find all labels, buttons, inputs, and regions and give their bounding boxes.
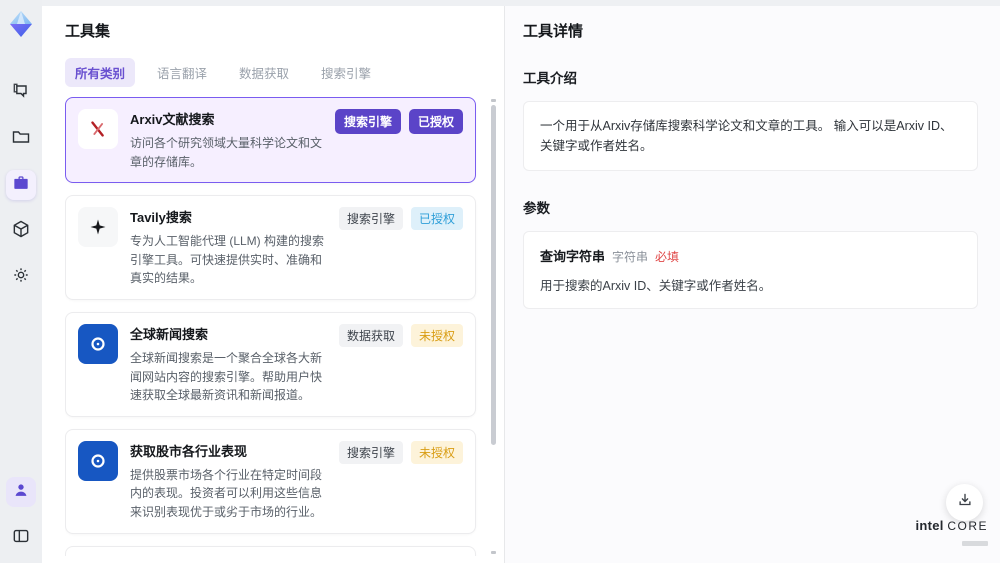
param-name: 查询字符串 xyxy=(540,249,606,264)
core-wordmark: CORE xyxy=(947,519,988,533)
arxiv-icon xyxy=(78,109,118,149)
category-tabs: 所有类别 语言翻译 数据获取 搜索引擎 xyxy=(65,58,504,87)
tool-detail-panel: 工具详情 工具介绍 一个用于从Arxiv存储库搜索科学论文和文章的工具。 输入可… xyxy=(504,6,1000,563)
cube-icon xyxy=(11,219,31,244)
list-scrollbar[interactable] xyxy=(490,99,497,554)
tool-list-panel: 工具集 所有类别 语言翻译 数据获取 搜索引擎 Arxiv文献搜索 访问各个研究… xyxy=(42,6,504,563)
tool-name: Arxiv文献搜索 xyxy=(130,112,215,127)
sidebar-item-toggle-panel[interactable] xyxy=(6,523,36,553)
tool-name: Tavily搜索 xyxy=(130,210,192,226)
tool-list: Arxiv文献搜索 访问各个研究领域大量科学论文和文章的存储库。 搜索引擎 已授… xyxy=(65,97,504,556)
tool-description: 专为人工智能代理 (LLM) 构建的搜索引擎工具。可快速提供实时、准确和真实的结… xyxy=(130,234,325,286)
user-icon xyxy=(11,480,31,505)
category-badge: 数据获取 xyxy=(338,323,403,347)
intel-wordmark: intel xyxy=(915,518,944,533)
params-heading: 参数 xyxy=(523,201,550,216)
brand-sub-badge xyxy=(962,541,988,546)
param-required-badge: 必填 xyxy=(655,250,680,264)
auth-status-badge: 已授权 xyxy=(408,109,463,134)
intro-heading: 工具介绍 xyxy=(523,71,577,86)
intro-box: 一个用于从Arxiv存储库搜索科学论文和文章的工具。 输入可以是Arxiv ID… xyxy=(523,101,978,171)
tab-all-categories[interactable]: 所有类别 xyxy=(65,58,136,87)
detail-panel-title: 工具详情 xyxy=(523,23,584,40)
tool-name: 全球新闻搜索 xyxy=(130,326,209,342)
intro-text: 一个用于从Arxiv存储库搜索科学论文和文章的工具。 输入可以是Arxiv ID… xyxy=(540,119,953,153)
param-description: 用于搜索的Arxiv ID、关键字或作者姓名。 xyxy=(540,279,772,293)
sidebar-item-files[interactable] xyxy=(6,124,36,154)
param-type: 字符串 xyxy=(612,250,649,264)
sidebar-item-models[interactable] xyxy=(6,216,36,246)
tab-language-translation[interactable]: 语言翻译 xyxy=(147,58,217,87)
param-box: 查询字符串 字符串 必填 用于搜索的Arxiv ID、关键字或作者姓名。 xyxy=(523,231,978,309)
split-panel-icon xyxy=(11,526,31,551)
intel-core-logo: intel CORE xyxy=(915,518,988,551)
tool-card-sector-performance[interactable]: 获取股市各行业表现 提供股票市场各个行业在特定时间段内的表现。投资者可以利用这些… xyxy=(65,428,476,534)
sidebar-item-chat[interactable] xyxy=(6,78,36,108)
left-rail xyxy=(0,0,42,563)
tool-card-most-active-stocks[interactable]: 获取市场最活跃股票信息 提供当天交易量最高的股票列表。投资者可以利用这些信息来识… xyxy=(65,545,476,556)
tool-name: 获取股市各行业表现 xyxy=(130,443,248,459)
sidebar-item-tools[interactable] xyxy=(6,170,36,200)
page-title: 工具集 xyxy=(65,23,111,40)
app-logo xyxy=(5,8,37,40)
download-button[interactable] xyxy=(946,484,983,521)
tab-search-engine[interactable]: 搜索引擎 xyxy=(311,58,381,87)
tool-description: 提供股票市场各个行业在特定时间段内的表现。投资者可以利用这些信息来识别表现优于或… xyxy=(130,467,323,519)
sidebar-item-account[interactable] xyxy=(6,477,36,507)
tool-card-global-news[interactable]: 全球新闻搜索 全球新闻搜索是一个聚合全球各大新闻网站内容的搜索引擎。帮助用户快速… xyxy=(65,311,476,417)
auth-status-badge: 未授权 xyxy=(410,440,463,464)
tool-card-arxiv[interactable]: Arxiv文献搜索 访问各个研究领域大量科学论文和文章的存储库。 搜索引擎 已授… xyxy=(65,97,476,184)
auth-status-badge: 已授权 xyxy=(410,207,463,231)
tab-data-fetch[interactable]: 数据获取 xyxy=(229,58,299,87)
tool-description: 访问各个研究领域大量科学论文和文章的存储库。 xyxy=(130,136,323,169)
auth-status-badge: 未授权 xyxy=(410,323,463,347)
chat-icon xyxy=(11,81,31,106)
tool-description: 全球新闻搜索是一个聚合全球各大新闻网站内容的搜索引擎。帮助用户快速获取全球最新资… xyxy=(130,350,323,403)
globe-news-icon xyxy=(78,323,118,364)
download-icon xyxy=(956,491,974,514)
scrollbar-thumb[interactable] xyxy=(491,105,496,445)
category-badge: 搜索引擎 xyxy=(338,440,403,464)
scrollbar-down-arrow[interactable] xyxy=(491,551,496,554)
sparkle-icon xyxy=(78,207,118,248)
tool-card-tavily[interactable]: Tavily搜索 专为人工智能代理 (LLM) 构建的搜索引擎工具。可快速提供实… xyxy=(65,195,476,300)
sidebar-item-settings[interactable] xyxy=(6,262,36,292)
folder-icon xyxy=(11,127,31,152)
scrollbar-up-arrow[interactable] xyxy=(491,99,496,102)
category-badge: 搜索引擎 xyxy=(334,109,401,134)
stock-icon xyxy=(78,440,118,481)
category-badge: 搜索引擎 xyxy=(338,207,403,231)
toolbox-icon xyxy=(11,173,31,198)
gear-icon xyxy=(11,265,31,290)
